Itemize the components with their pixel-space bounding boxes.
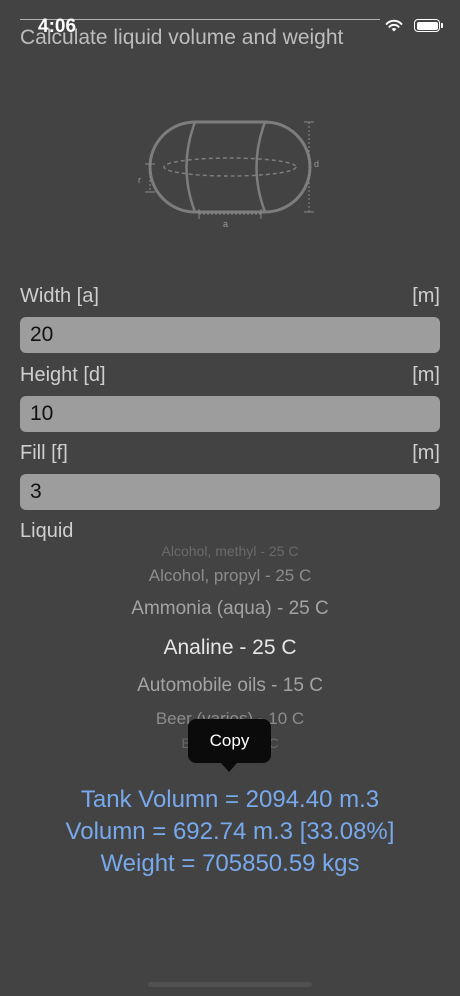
height-label-row: Height [d] [m] xyxy=(20,364,440,387)
height-unit: [m] xyxy=(412,364,440,386)
tank-seam-right xyxy=(255,121,267,213)
fill-label-row: Fill [f] [m] xyxy=(20,442,440,465)
page-title: Calculate liquid volume and weight xyxy=(20,26,344,49)
picker-item-selected[interactable]: Analine - 25 C xyxy=(0,636,460,660)
diagram-label-a: a xyxy=(223,219,228,229)
fill-unit: [m] xyxy=(412,442,440,464)
picker-item[interactable]: Alcohol, propyl - 25 C xyxy=(0,566,460,586)
results-block[interactable]: Tank Volumn = 2094.40 m.3 Volumn = 692.7… xyxy=(0,784,460,880)
width-label: Width [a] xyxy=(20,285,99,307)
fill-level-ellipse xyxy=(163,157,297,177)
liquid-label: Liquid xyxy=(20,520,74,542)
fill-label: Fill [f] xyxy=(20,442,68,464)
liquid-label-row: Liquid xyxy=(20,520,440,543)
width-unit: [m] xyxy=(412,285,440,307)
home-indicator xyxy=(148,982,312,987)
weight-result: Weight = 705850.59 kgs xyxy=(100,850,360,877)
tank-diagram: r d a xyxy=(138,120,319,229)
fill-input[interactable] xyxy=(20,474,440,510)
diagram-label-r: r xyxy=(138,175,141,185)
tank-seam-left xyxy=(185,121,197,213)
width-input[interactable] xyxy=(20,317,440,353)
diagram-label-d: d xyxy=(314,159,319,169)
picker-item[interactable]: Alcohol, methyl - 25 C xyxy=(0,543,460,559)
picker-item[interactable]: Automobile oils - 15 C xyxy=(0,675,460,697)
height-input[interactable] xyxy=(20,396,440,432)
status-icons xyxy=(384,18,443,33)
copy-tooltip[interactable]: Copy xyxy=(188,719,271,772)
tank-outline xyxy=(148,120,312,214)
width-label-row: Width [a] [m] xyxy=(20,285,440,308)
copy-tooltip-label: Copy xyxy=(209,731,250,750)
wifi-icon xyxy=(384,18,404,33)
picker-item[interactable]: Ammonia (aqua) - 25 C xyxy=(0,598,460,620)
tank-volume-result: Tank Volumn = 2094.40 m.3 xyxy=(80,786,380,813)
battery-icon xyxy=(414,19,443,32)
height-label: Height [d] xyxy=(20,364,106,386)
volume-result: Volumn = 692.74 m.3 [33.08%] xyxy=(65,818,395,845)
